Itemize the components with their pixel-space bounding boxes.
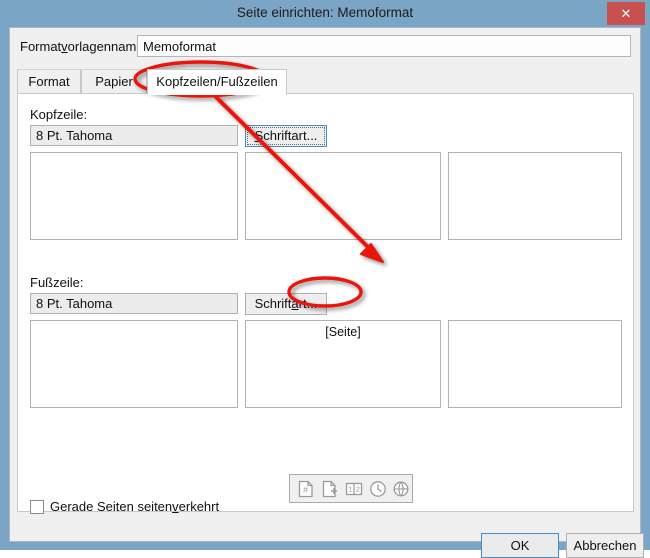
header-font-button[interactable]: Schriftart... [245, 125, 327, 147]
style-name-label-post: orlagenname: [68, 39, 148, 54]
window-title: Seite einrichten: Memoformat [0, 5, 650, 20]
header-font-button-accel: S [255, 128, 264, 143]
header-section-label: Kopfzeile: [30, 107, 87, 122]
header-font-button-post: chriftart... [263, 128, 317, 143]
footer-font-button-label: Schriftart... [246, 294, 326, 314]
header-preview-right[interactable] [448, 152, 622, 240]
cancel-button[interactable]: Abbrechen [566, 533, 644, 558]
time-icon[interactable] [368, 479, 388, 499]
date-icon[interactable]: 1 2 [344, 479, 364, 499]
insert-field-toolbar: # 1 2 [289, 474, 413, 503]
svg-text:2: 2 [356, 485, 360, 494]
mirror-even-pages-checkbox[interactable] [30, 500, 44, 514]
header-preview-left[interactable] [30, 152, 238, 240]
style-name-row: Formatvorlagenname: [10, 28, 640, 63]
footer-font-display: 8 Pt. Tahoma [30, 293, 238, 314]
ok-button[interactable]: OK [481, 533, 559, 558]
footer-preview-right[interactable] [448, 320, 622, 408]
mirror-even-pages-label[interactable]: Gerade Seiten seitenverkehrt [50, 499, 219, 514]
image-icon[interactable] [391, 479, 411, 499]
close-button[interactable]: ✕ [607, 2, 645, 25]
style-name-label: Formatvorlagenname: [20, 39, 147, 54]
footer-font-button-accel: a [291, 296, 298, 311]
footer-font-button-post: rt... [299, 296, 318, 311]
tab-panel-headers-footers: Kopfzeile: 8 Pt. Tahoma Schriftart... Fu… [17, 93, 634, 512]
footer-preview-center[interactable]: [Seite] [245, 320, 441, 408]
style-name-label-pre: Format [20, 39, 61, 54]
page-count-icon[interactable] [320, 479, 340, 499]
style-name-input[interactable] [137, 35, 631, 57]
svg-text:#: # [303, 485, 308, 495]
header-font-button-label: Schriftart... [247, 127, 325, 145]
svg-text:1: 1 [348, 485, 352, 494]
footer-font-button-pre: Schrift [255, 296, 292, 311]
close-icon: ✕ [607, 2, 645, 25]
footer-font-button[interactable]: Schriftart... [245, 293, 327, 315]
header-preview-center[interactable] [245, 152, 441, 240]
title-bar: Seite einrichten: Memoformat ✕ [0, 0, 650, 27]
tab-strip: Format Papier Kopfzeilen/Fußzeilen [17, 69, 637, 94]
page-setup-dialog: Seite einrichten: Memoformat ✕ Formatvor… [0, 0, 650, 550]
footer-section-label: Fußzeile: [30, 275, 83, 290]
mirror-label-pre: Gerade Seiten seiten [50, 499, 172, 514]
page-number-icon[interactable]: # [296, 479, 316, 499]
footer-preview-left[interactable] [30, 320, 238, 408]
header-font-display: 8 Pt. Tahoma [30, 125, 238, 146]
mirror-label-post: erkehrt [179, 499, 219, 514]
tab-format[interactable]: Format [17, 69, 81, 94]
tab-papier[interactable]: Papier [81, 69, 147, 94]
tab-kopfzeilen-fusszeilen[interactable]: Kopfzeilen/Fußzeilen [147, 69, 287, 95]
dialog-client-area: Formatvorlagenname: Format Papier Kopfze… [9, 27, 641, 542]
